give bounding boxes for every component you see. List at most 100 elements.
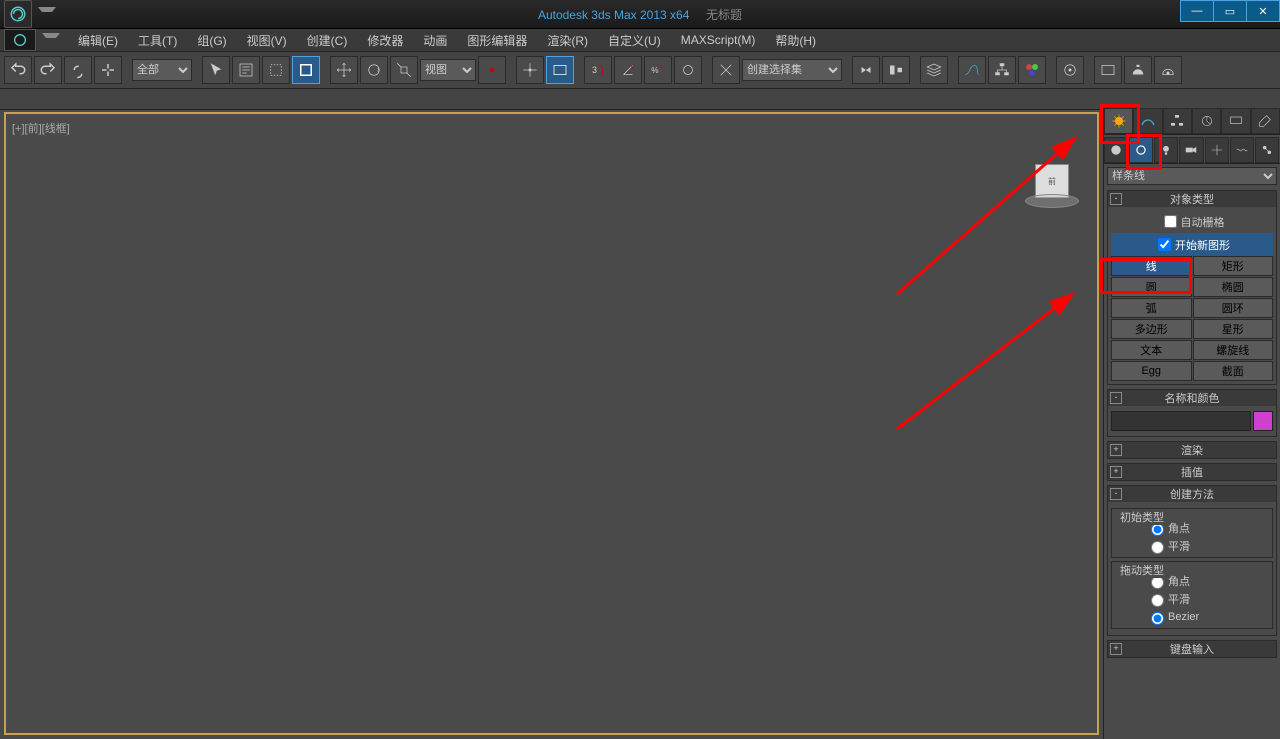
snap-spinner-button[interactable] [674,56,702,84]
menu-create[interactable]: 创建(C) [297,29,358,52]
drag-smooth-radio-row[interactable]: 平滑 [1116,590,1268,608]
viewcube[interactable]: 前 [1025,154,1077,206]
autogrid-checkbox-row[interactable]: 自动栅格 [1111,210,1273,233]
viewcube-face[interactable]: 前 [1035,164,1069,198]
render-iterative-button[interactable] [1154,56,1182,84]
helpers-cat-icon[interactable] [1205,137,1229,163]
menu-group[interactable]: 组(G) [187,29,236,52]
select-object-button[interactable] [202,56,230,84]
drag-bezier-radio[interactable] [1151,612,1164,625]
section-button[interactable]: 截面 [1193,361,1274,381]
geometry-cat-icon[interactable] [1104,137,1128,163]
arc-button[interactable]: 弧 [1111,298,1192,318]
unlink-button[interactable] [94,56,122,84]
minimize-button[interactable]: — [1180,0,1214,22]
viewport-label[interactable]: [+][前][线框] [12,120,70,136]
align-button[interactable] [882,56,910,84]
initial-smooth-radio[interactable] [1151,541,1164,554]
object-color-swatch[interactable] [1253,411,1273,431]
display-tab[interactable] [1221,108,1250,134]
ngon-button[interactable]: 多边形 [1111,319,1192,339]
menu-rendering[interactable]: 渲染(R) [537,29,598,52]
line-button[interactable]: 线 [1111,256,1192,276]
rollout-collapse-icon[interactable]: - [1110,193,1122,205]
viewcube-ring[interactable] [1025,194,1079,208]
snap-percent-button[interactable]: % [644,56,672,84]
schematic-view-button[interactable] [988,56,1016,84]
rollout-header-creation-method[interactable]: - 创建方法 [1108,486,1276,502]
circle-button[interactable]: 圆 [1111,277,1192,297]
mirror-button[interactable] [852,56,880,84]
ref-coord-select[interactable]: 视图 [420,59,476,81]
render-frame-button[interactable] [1094,56,1122,84]
select-by-name-button[interactable] [232,56,260,84]
rollout-expand-icon[interactable]: + [1110,643,1122,655]
drag-bezier-radio-row[interactable]: Bezier [1116,608,1268,626]
cameras-cat-icon[interactable] [1179,137,1203,163]
helix-button[interactable]: 螺旋线 [1193,340,1274,360]
menu-graph-editors[interactable]: 图形编辑器 [457,29,537,52]
material-editor-button[interactable] [1018,56,1046,84]
app-menu-dropdown-icon[interactable] [38,7,56,22]
hierarchy-tab[interactable] [1163,108,1192,134]
rollout-header-keyboard-entry[interactable]: + 键盘输入 [1108,641,1276,657]
render-production-button[interactable] [1124,56,1152,84]
text-button[interactable]: 文本 [1111,340,1192,360]
initial-smooth-radio-row[interactable]: 平滑 [1116,537,1268,555]
edit-named-sel-button[interactable] [712,56,740,84]
start-new-shape-checkbox[interactable] [1158,238,1171,251]
rollout-header-interpolation[interactable]: + 插值 [1108,464,1276,480]
egg-button[interactable]: Egg [1111,361,1192,381]
redo-button[interactable] [34,56,62,84]
menu-tools[interactable]: 工具(T) [128,29,187,52]
close-button[interactable]: ✕ [1246,0,1280,22]
create-tab[interactable] [1104,108,1133,134]
select-region-rect-button[interactable] [262,56,290,84]
menu-animation[interactable]: 动画 [413,29,457,52]
modify-tab[interactable] [1133,108,1162,134]
rotate-button[interactable] [360,56,388,84]
ellipse-button[interactable]: 椭圆 [1193,277,1274,297]
rectangle-button[interactable]: 矩形 [1193,256,1274,276]
select-manipulate-button[interactable] [516,56,544,84]
utilities-tab[interactable] [1251,108,1280,134]
menu-customize[interactable]: 自定义(U) [598,29,671,52]
rollout-header-name-color[interactable]: - 名称和颜色 [1108,390,1276,406]
scale-button[interactable] [390,56,418,84]
rollout-header-object-type[interactable]: - 对象类型 [1108,191,1276,207]
rollout-expand-icon[interactable]: + [1110,466,1122,478]
render-setup-button[interactable] [1056,56,1084,84]
link-button[interactable] [64,56,92,84]
app-menu-icon[interactable] [4,29,36,51]
lights-cat-icon[interactable] [1154,137,1178,163]
snap-3d-button[interactable]: 3 [584,56,612,84]
pivot-center-button[interactable] [478,56,506,84]
rollout-header-render[interactable]: + 渲染 [1108,442,1276,458]
move-button[interactable] [330,56,358,84]
undo-button[interactable] [4,56,32,84]
menu-maxscript[interactable]: MAXScript(M) [671,30,766,50]
systems-cat-icon[interactable] [1255,137,1279,163]
menu-edit[interactable]: 编辑(E) [68,29,128,52]
object-name-input[interactable] [1111,411,1251,431]
spacewarps-cat-icon[interactable] [1230,137,1254,163]
menu-modifiers[interactable]: 修改器 [357,29,413,52]
star-button[interactable]: 星形 [1193,319,1274,339]
rollout-collapse-icon[interactable]: - [1110,488,1122,500]
rollout-expand-icon[interactable]: + [1110,444,1122,456]
menu-help[interactable]: 帮助(H) [765,29,826,52]
start-new-shape-row[interactable]: 开始新图形 [1111,233,1273,256]
autogrid-checkbox[interactable] [1164,215,1177,228]
keyboard-shortcut-button[interactable] [546,56,574,84]
curve-editor-button[interactable] [958,56,986,84]
maximize-button[interactable]: ▭ [1213,0,1247,22]
viewport-front[interactable]: [+][前][线框] 前 [4,112,1099,735]
shape-subcategory-select[interactable]: 样条线 [1107,167,1277,185]
snap-angle-button[interactable] [614,56,642,84]
donut-button[interactable]: 圆环 [1193,298,1274,318]
named-selection-select[interactable]: 创建选择集 [742,59,842,81]
app-logo-icon[interactable] [4,0,32,28]
rollout-collapse-icon[interactable]: - [1110,392,1122,404]
shapes-cat-icon[interactable] [1129,137,1153,163]
motion-tab[interactable] [1192,108,1221,134]
